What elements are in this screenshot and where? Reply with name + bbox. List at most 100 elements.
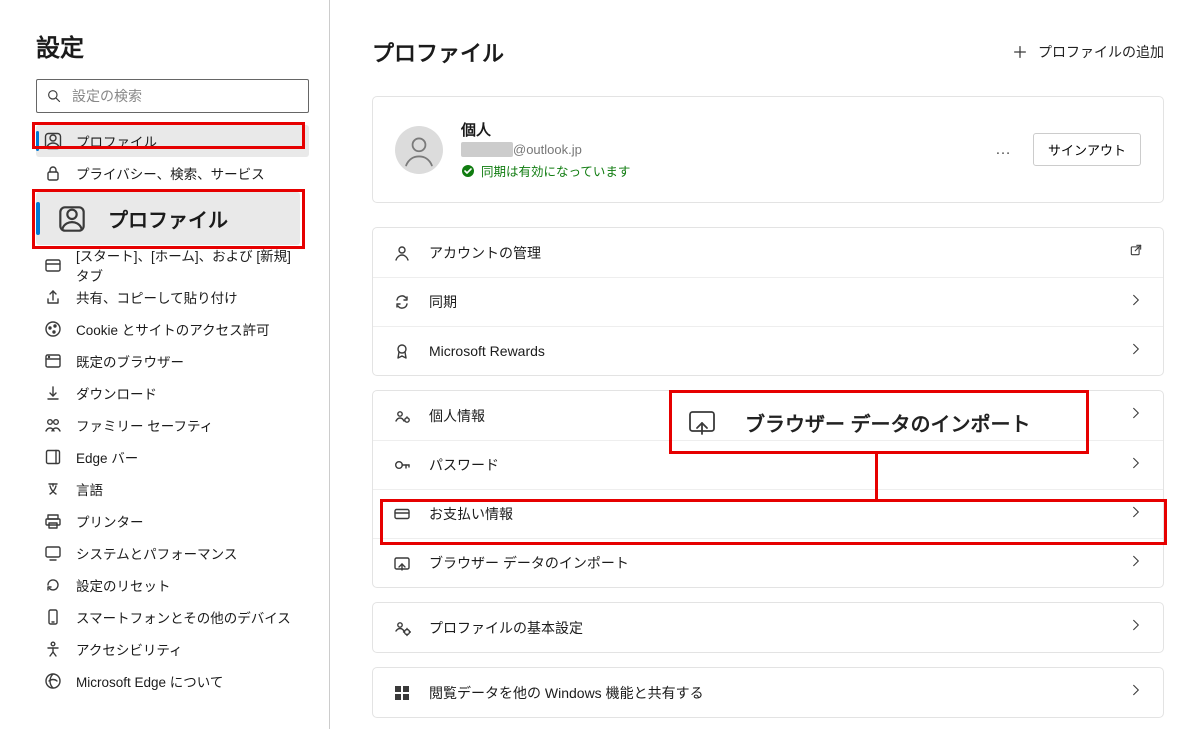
menu-group: プロファイルの基本設定	[372, 602, 1164, 653]
plus-icon	[1012, 44, 1028, 60]
sidebar-item-browser[interactable]: 既定のブラウザー	[36, 345, 309, 377]
sidebar-item-label: ダウンロード	[76, 383, 157, 403]
sidebar-item-profile[interactable]: プロファイル	[36, 125, 309, 157]
sync-icon	[393, 293, 411, 311]
profile-card: 個人 xxxxxxxx@outlook.jp 同期は有効になっています … サイ…	[372, 96, 1164, 203]
search-input-wrap[interactable]	[36, 79, 309, 113]
sidebar-item-label: システムとパフォーマンス	[76, 543, 237, 563]
accessibility-icon	[44, 640, 62, 658]
reset-icon	[44, 576, 62, 594]
language-icon	[44, 480, 62, 498]
sidebar-item-cookie[interactable]: Cookie とサイトのアクセス許可	[36, 313, 309, 345]
avatar-icon	[401, 132, 437, 168]
sidebar-item-lock[interactable]: プライバシー、検索、サービス	[36, 157, 309, 189]
menu-row-label: 同期	[429, 292, 1129, 312]
sidebar-item-tab[interactable]: [スタート]、[ホーム]、および [新規] タブ	[36, 249, 309, 281]
menu-row-prefs[interactable]: プロファイルの基本設定	[373, 603, 1163, 652]
prefs-icon	[393, 619, 411, 637]
annotation-line	[875, 454, 878, 501]
page-title: プロファイル	[372, 36, 504, 68]
personalinfo-icon	[393, 407, 411, 425]
menu-row-label: アカウントの管理	[429, 243, 1129, 263]
sidebar-item-printer[interactable]: プリンター	[36, 505, 309, 537]
avatar	[395, 126, 443, 174]
chevron-right-icon	[1129, 505, 1143, 524]
sidebar-item-label: Microsoft Edge について	[76, 671, 223, 691]
sidebar-item-accessibility[interactable]: アクセシビリティ	[36, 633, 309, 665]
menu-row-windows[interactable]: 閲覧データを他の Windows 機能と共有する	[373, 668, 1163, 717]
sidebar-item-language[interactable]: 言語	[36, 473, 309, 505]
menu-group: 閲覧データを他の Windows 機能と共有する	[372, 667, 1164, 718]
family-icon	[44, 416, 62, 434]
menu-row-label: お支払い情報	[429, 504, 1129, 524]
system-icon	[44, 544, 62, 562]
menu-row-label: パスワード	[429, 455, 1129, 475]
sidebar-title: 設定	[36, 28, 309, 63]
search-icon	[47, 89, 62, 104]
sidebar-item-label: 言語	[76, 479, 103, 499]
chevron-right-icon	[1129, 293, 1143, 312]
import-icon	[687, 407, 717, 437]
rewards-icon	[393, 342, 411, 360]
callout-profile-enlarged: プロファイル	[36, 192, 300, 245]
main-content: プロファイル プロファイルの追加 個人 xxxxxxxx@outlook.jp …	[330, 0, 1200, 729]
sidebar-item-reset[interactable]: 設定のリセット	[36, 569, 309, 601]
sidebar-item-download[interactable]: ダウンロード	[36, 377, 309, 409]
cookie-icon	[44, 320, 62, 338]
import-icon	[393, 554, 411, 572]
menu-row-sync[interactable]: 同期	[373, 277, 1163, 326]
profile-icon	[44, 132, 62, 150]
sidebar-item-label: スマートフォンとその他のデバイス	[76, 607, 291, 627]
chevron-right-icon	[1129, 618, 1143, 637]
settings-sidebar: 設定 プロファイルプライバシー、検索、サービス外観[スタート]、[ホーム]、およ…	[0, 0, 330, 729]
add-profile-button[interactable]: プロファイルの追加	[1012, 42, 1164, 62]
signout-button[interactable]: サインアウト	[1033, 133, 1141, 166]
sidebar-item-label: 設定のリセット	[76, 575, 171, 595]
sidebar-item-system[interactable]: システムとパフォーマンス	[36, 537, 309, 569]
payment-icon	[393, 505, 411, 523]
sidebar-item-label: ファミリー セーフティ	[76, 415, 213, 435]
profile-icon	[58, 205, 86, 233]
sidebar-item-share[interactable]: 共有、コピーして貼り付け	[36, 281, 309, 313]
chevron-right-icon	[1129, 456, 1143, 475]
manage-icon	[393, 244, 411, 262]
download-icon	[44, 384, 62, 402]
search-input[interactable]	[72, 88, 298, 104]
menu-row-label: ブラウザー データのインポート	[429, 553, 1129, 573]
sidebar-item-label: プライバシー、検索、サービス	[76, 163, 265, 183]
callout-import-enlarged: ブラウザー データのインポート	[669, 390, 1089, 454]
sidebar-item-edgebar[interactable]: Edge バー	[36, 441, 309, 473]
windows-icon	[393, 684, 411, 702]
sidebar-item-phone[interactable]: スマートフォンとその他のデバイス	[36, 601, 309, 633]
profile-email: xxxxxxxx@outlook.jp	[461, 142, 987, 157]
sidebar-item-label: [スタート]、[ホーム]、および [新規] タブ	[76, 245, 299, 285]
sync-status: 同期は有効になっています	[461, 161, 987, 180]
menu-row-import[interactable]: ブラウザー データのインポート	[373, 538, 1163, 587]
phone-icon	[44, 608, 62, 626]
chevron-right-icon	[1129, 406, 1143, 425]
tab-icon	[44, 256, 62, 274]
chevron-right-icon	[1129, 342, 1143, 361]
menu-row-payment[interactable]: お支払い情報	[373, 489, 1163, 538]
menu-row-label: Microsoft Rewards	[429, 343, 1129, 359]
external-link-icon	[1129, 243, 1143, 262]
menu-row-manage[interactable]: アカウントの管理	[373, 228, 1163, 277]
printer-icon	[44, 512, 62, 530]
password-icon	[393, 456, 411, 474]
lock-icon	[44, 164, 62, 182]
chevron-right-icon	[1129, 554, 1143, 573]
sidebar-item-label: 既定のブラウザー	[76, 351, 184, 371]
sidebar-item-family[interactable]: ファミリー セーフティ	[36, 409, 309, 441]
sidebar-item-label: Cookie とサイトのアクセス許可	[76, 319, 270, 339]
menu-row-label: プロファイルの基本設定	[429, 618, 1129, 638]
sidebar-item-label: アクセシビリティ	[76, 639, 183, 659]
more-button[interactable]: …	[987, 137, 1021, 163]
share-icon	[44, 288, 62, 306]
sidebar-item-about[interactable]: Microsoft Edge について	[36, 665, 309, 697]
add-profile-label: プロファイルの追加	[1038, 42, 1164, 62]
sidebar-item-label: 共有、コピーして貼り付け	[76, 287, 238, 307]
check-icon	[461, 164, 475, 178]
menu-row-label: 閲覧データを他の Windows 機能と共有する	[429, 683, 1129, 703]
edgebar-icon	[44, 448, 62, 466]
menu-row-rewards[interactable]: Microsoft Rewards	[373, 326, 1163, 375]
